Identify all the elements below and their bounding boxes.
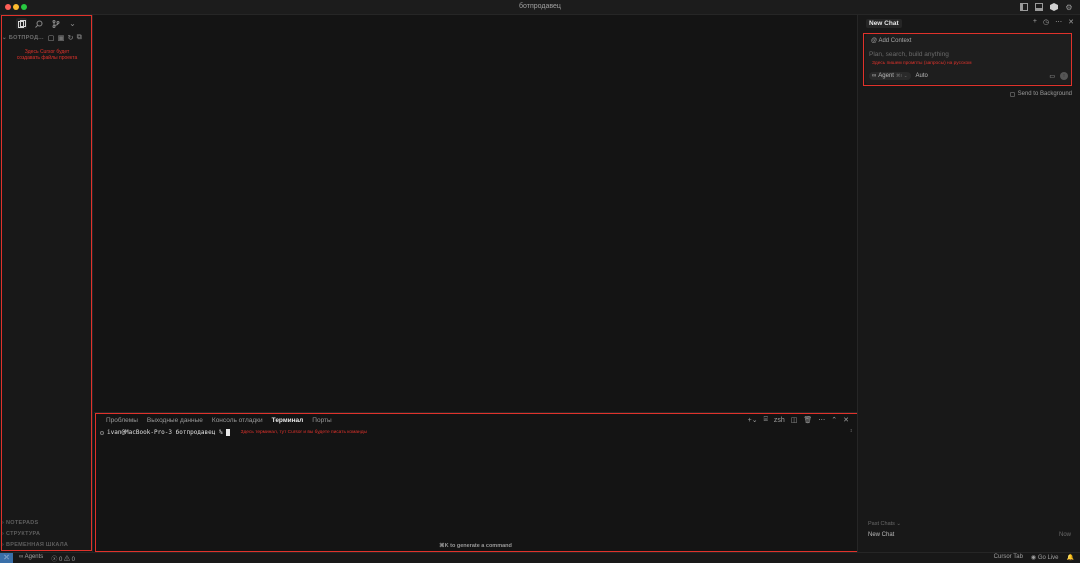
shell-name[interactable]: zsh [774, 417, 785, 424]
chat-panel: New Chat + ◷ ⋯ ✕ @ Add Context Plan, sea… [857, 15, 1080, 552]
terminal-annotation: Здесь терминал, тут Cursor и вы будете п… [240, 430, 367, 435]
new-chat-icon[interactable]: + [1033, 18, 1037, 26]
tab-output[interactable]: Выходные данные [147, 417, 203, 424]
more-icon[interactable]: ⋯ [1055, 18, 1062, 26]
add-context-button[interactable]: @ Add Context [871, 38, 911, 44]
sidebar-toggle-icon[interactable] [1019, 2, 1029, 12]
checkbox-icon[interactable] [1009, 91, 1015, 97]
more-icon[interactable]: ⋯ [818, 416, 825, 424]
maximize-panel-icon[interactable]: ⌃ [831, 416, 837, 424]
model-selector[interactable]: Auto [916, 73, 928, 79]
agents-status[interactable]: ∞ Agents [19, 554, 43, 563]
notifications-icon[interactable]: 🔔 [1067, 554, 1074, 561]
chevron-down-icon: ⌄ [2, 35, 7, 41]
trash-icon[interactable]: 🗑 [803, 416, 812, 424]
chat-composer[interactable]: @ Add Context Plan, search, build anythi… [865, 34, 1072, 84]
editor-area[interactable] [94, 15, 857, 412]
tab-terminal[interactable]: Терминал [272, 417, 304, 424]
chat-input[interactable]: Plan, search, build anything [869, 51, 949, 58]
new-file-icon[interactable]: ▢ [48, 34, 55, 42]
section-timeline[interactable]: › ВРЕМЕННАЯ ШКАЛА [2, 542, 68, 548]
past-chats-header[interactable]: Past Chats ⌄ [868, 521, 901, 527]
source-control-icon[interactable] [50, 18, 61, 29]
panel-toggle-icon[interactable] [1034, 2, 1044, 12]
terminal-prompt: ivan@MacBook-Pro-3 ботпродавец % [107, 429, 223, 436]
terminal-cursor [225, 429, 230, 436]
refresh-icon[interactable]: ↻ [68, 34, 74, 42]
section-structure[interactable]: › СТРУКТУРА [2, 531, 40, 537]
section-notepads[interactable]: › NOTEPADS [2, 520, 39, 526]
terminal-prompt-line[interactable]: ivan@MacBook-Pro-3 ботпродавец % Здесь т… [100, 429, 367, 436]
send-to-background-toggle[interactable]: Send to Background [1009, 91, 1072, 97]
past-chat-item[interactable]: New Chat Now [868, 532, 1071, 538]
cursor-logo-icon[interactable] [1049, 2, 1059, 12]
new-terminal-icon[interactable]: +⌄ [748, 416, 758, 424]
infinity-icon: ∞ [872, 73, 877, 79]
chevron-down-icon[interactable]: ⌄ [67, 18, 78, 29]
search-icon[interactable] [33, 18, 44, 29]
explorer-sidebar: ⌄ ⌄ БОТПРОД... ▢ ▣ ↻ ⧉ Здесь Cursor буде… [0, 15, 93, 552]
image-icon[interactable]: ▭ [1049, 73, 1055, 80]
remote-indicator[interactable]: ⤫ [0, 553, 13, 563]
window-title: ботпродавец [519, 3, 561, 10]
close-panel-icon[interactable]: ✕ [843, 416, 849, 424]
explorer-header[interactable]: ⌄ БОТПРОД... ▢ ▣ ↻ ⧉ [2, 34, 92, 42]
title-bar: ботпродавец ⚙ [0, 0, 1080, 15]
project-folder-title: БОТПРОД... [8, 35, 44, 41]
scroll-indicator[interactable]: ɪ [850, 428, 852, 434]
chat-annotation: Здесь пишем промпты (запросы) на русском [872, 61, 972, 66]
go-live-button[interactable]: ◉ Go Live [1031, 554, 1059, 561]
chat-title-tab[interactable]: New Chat [866, 19, 902, 28]
agent-mode-selector[interactable]: ∞ Agent ⌘I ⌄ [869, 72, 911, 80]
settings-icon[interactable]: ⚙ [1064, 2, 1074, 12]
status-bar: ⤫ ∞ Agents ⓧ 0 ⚠ 0 Cursor Tab ◉ Go Live … [0, 552, 1080, 563]
generate-command-hint: ⌘K to generate a command [439, 543, 512, 549]
sidebar-annotation: Здесь Cursor будет создавать файлы проек… [16, 49, 78, 61]
problems-status[interactable]: ⓧ 0 ⚠ 0 [51, 554, 75, 563]
tab-ports[interactable]: Порты [312, 417, 331, 424]
collapse-all-icon[interactable]: ⧉ [77, 34, 82, 42]
tab-debug-console[interactable]: Консоль отладки [212, 417, 263, 424]
send-button[interactable]: ↑ [1060, 72, 1068, 80]
explorer-icon[interactable] [16, 18, 27, 29]
prompt-status-icon [100, 430, 104, 435]
split-terminal-icon[interactable]: ◫ [791, 416, 798, 424]
new-folder-icon[interactable]: ▣ [58, 34, 65, 42]
terminal-panel: Проблемы Выходные данные Консоль отладки… [94, 412, 857, 552]
tab-problems[interactable]: Проблемы [106, 417, 138, 424]
cursor-tab-status[interactable]: Cursor Tab [994, 554, 1023, 561]
close-icon[interactable]: ✕ [1068, 18, 1074, 26]
terminal-shell-icon: ⌸ [763, 416, 768, 423]
history-icon[interactable]: ◷ [1043, 18, 1049, 26]
